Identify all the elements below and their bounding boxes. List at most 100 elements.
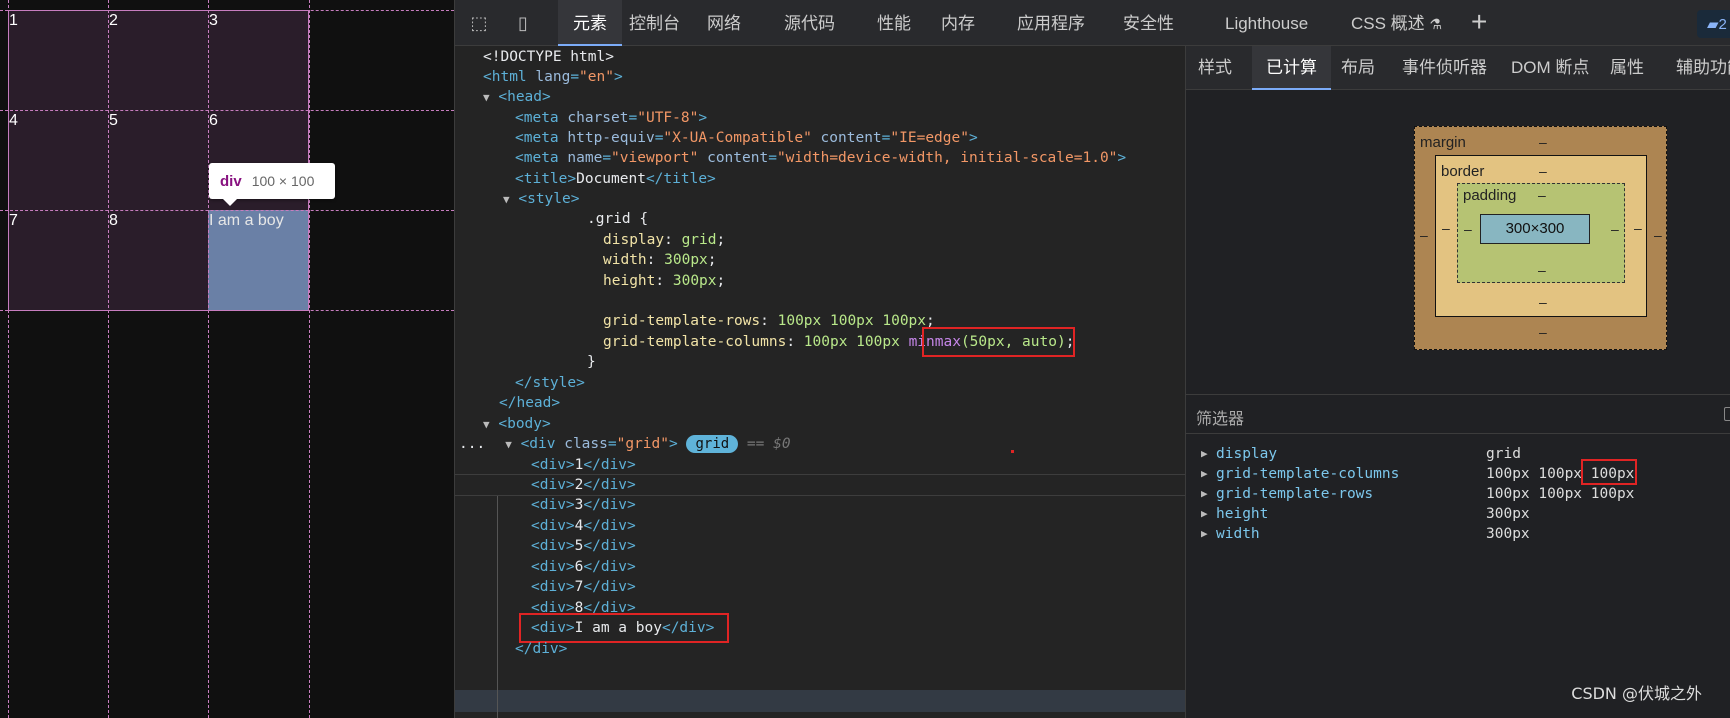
tree-row[interactable]: </head> xyxy=(455,392,1185,414)
attr-value: "grid" xyxy=(616,436,669,452)
box-model-margin: margin – – – – border – – – – padding – … xyxy=(1414,126,1667,350)
computed-property-row[interactable]: ▶ height 300px xyxy=(1186,503,1730,525)
expand-triangle-icon[interactable]: ▼ xyxy=(505,438,512,451)
property-value-part: 100px 100px xyxy=(1486,466,1591,482)
device-toolbar-icon[interactable]: ▯ xyxy=(511,12,535,34)
attr-value: "en" xyxy=(579,69,614,85)
tab-elements[interactable]: 元素 xyxy=(558,0,622,46)
expand-triangle-icon[interactable]: ▶ xyxy=(1201,443,1208,465)
tree-row[interactable]: <!DOCTYPE html> xyxy=(455,46,1185,68)
tree-row[interactable]: ▼ <body> xyxy=(455,413,1185,435)
computed-property-row[interactable]: ▶ width 300px xyxy=(1186,523,1730,545)
tree-row-selected[interactable]: ... ▼ <div class="grid"> grid == $0 xyxy=(455,433,1185,455)
tab-network[interactable]: 网络 xyxy=(707,0,741,46)
tab-application[interactable]: 应用程序 xyxy=(1017,0,1085,46)
tree-row[interactable]: height: 300px; xyxy=(455,270,1185,292)
border-label: border xyxy=(1441,163,1485,180)
tree-row[interactable]: <div>5</div> xyxy=(455,535,1185,557)
tab-sources[interactable]: 源代码 xyxy=(784,0,835,46)
css-selector: .grid { xyxy=(587,211,649,227)
computed-property-row[interactable]: ▶ display grid xyxy=(1186,443,1730,465)
box-model-border: border – – – – padding – – – – 300×300 xyxy=(1435,155,1647,317)
tab-accessibility[interactable]: 辅助功能 xyxy=(1676,46,1730,90)
computed-property-row[interactable]: ▶ grid-template-columns 100px 100px 100px xyxy=(1186,463,1730,485)
tab-computed[interactable]: 已计算 xyxy=(1252,46,1331,90)
tree-row[interactable]: <html lang="en"> xyxy=(455,66,1185,88)
border-left-value: – xyxy=(1442,220,1450,236)
chat-icon: ▰ xyxy=(1707,16,1719,33)
grid-line-v3 xyxy=(208,0,209,718)
expand-triangle-icon[interactable]: ▶ xyxy=(1201,503,1208,525)
page-preview: 1 2 3 4 5 6 7 8 I am a boy div 100 × 100 xyxy=(0,0,454,718)
property-name: width xyxy=(1216,526,1260,542)
tab-security[interactable]: 安全性 xyxy=(1123,0,1174,46)
tree-row[interactable]: <title>Document</title> xyxy=(455,168,1185,190)
tree-row[interactable]: </style> xyxy=(455,372,1185,394)
flask-icon: ⚗ xyxy=(1429,16,1442,32)
tab-performance[interactable]: 性能 xyxy=(877,0,911,46)
expand-triangle-icon[interactable]: ▶ xyxy=(1201,523,1208,545)
attr-value: "width=device-width, initial-scale=1.0" xyxy=(776,150,1118,166)
more-dots-icon[interactable]: ... xyxy=(455,436,485,452)
grid-overlay-outline xyxy=(8,10,309,311)
attr-value: "UTF-8" xyxy=(637,110,699,126)
padding-bottom-value: – xyxy=(1538,262,1546,278)
property-name: height xyxy=(1216,506,1269,522)
tree-row[interactable]: <meta http-equiv="X-UA-Compatible" conte… xyxy=(455,127,1185,149)
attr-value: "IE=edge" xyxy=(890,130,969,146)
margin-left-value: – xyxy=(1420,227,1428,243)
element-tooltip: div 100 × 100 xyxy=(209,163,335,206)
tree-row[interactable]: display: grid; xyxy=(455,229,1185,251)
padding-right-value: – xyxy=(1611,221,1619,237)
tree-row[interactable]: grid-template-columns: 100px 100px minma… xyxy=(455,331,1185,353)
tree-row[interactable]: ▼ <head> xyxy=(455,86,1185,108)
tree-row[interactable]: <div>7</div> xyxy=(455,576,1185,598)
tree-row[interactable]: grid-template-rows: 100px 100px 100px; xyxy=(455,310,1185,332)
inspect-element-icon[interactable]: ⬚ xyxy=(467,12,491,34)
tab-css-overview-label: CSS 概述 xyxy=(1351,14,1425,33)
grid-badge[interactable]: grid xyxy=(686,435,739,453)
tab-layout[interactable]: 布局 xyxy=(1341,46,1375,90)
padding-top-value: – xyxy=(1538,187,1546,203)
tree-row[interactable]: <div>3</div> xyxy=(455,494,1185,516)
margin-top-value: – xyxy=(1539,134,1547,150)
filter-input[interactable]: 筛选器 xyxy=(1196,405,1244,429)
grid-line-v1 xyxy=(8,0,9,718)
expand-triangle-icon[interactable]: ▼ xyxy=(483,418,490,431)
tab-console[interactable]: 控制台 xyxy=(629,0,680,46)
more-tabs-plus-icon[interactable]: + xyxy=(1471,8,1487,36)
expand-triangle-icon[interactable]: ▶ xyxy=(1201,483,1208,505)
show-all-checkbox[interactable] xyxy=(1724,407,1730,421)
computed-property-row[interactable]: ▶ grid-template-rows 100px 100px 100px xyxy=(1186,483,1730,505)
tree-row[interactable]: <meta charset="UTF-8"> xyxy=(455,107,1185,129)
tree-row[interactable]: <meta name="viewport" content="width=dev… xyxy=(455,147,1185,169)
grid-line-v4 xyxy=(309,0,310,718)
tree-row[interactable]: ▼ <style> xyxy=(455,188,1185,210)
head-close-tag: </head> xyxy=(499,395,561,411)
property-value: 100px 100px 100px xyxy=(1486,486,1635,502)
css-prop-value: 300px xyxy=(672,273,717,289)
tab-styles[interactable]: 样式 xyxy=(1198,46,1232,90)
tree-row[interactable]: .grid { xyxy=(455,208,1185,230)
tree-row[interactable]: width: 300px; xyxy=(455,249,1185,271)
tree-row[interactable]: <div>4</div> xyxy=(455,515,1185,537)
tree-row[interactable]: <div>6</div> xyxy=(455,556,1185,578)
tab-dom-breakpoints[interactable]: DOM 断点 xyxy=(1511,46,1589,90)
tree-row[interactable]: </div> xyxy=(455,638,1185,660)
selected-node-marker: == $0 xyxy=(746,436,791,452)
css-prop-value: grid xyxy=(681,232,717,248)
tree-row[interactable]: } xyxy=(455,351,1185,373)
tab-memory[interactable]: 内存 xyxy=(941,0,975,46)
expand-triangle-icon[interactable]: ▼ xyxy=(503,193,510,206)
tab-lighthouse[interactable]: Lighthouse xyxy=(1225,0,1308,46)
tree-row[interactable]: <div>2</div> xyxy=(455,474,1185,496)
property-name: grid-template-columns xyxy=(1216,466,1400,482)
expand-triangle-icon[interactable]: ▶ xyxy=(1201,463,1208,485)
tab-properties[interactable]: 属性 xyxy=(1610,46,1644,90)
tree-row[interactable]: <div>1</div> xyxy=(455,454,1185,476)
annotation-red-dot xyxy=(1011,450,1014,453)
issues-badge[interactable]: ▰2 xyxy=(1697,10,1730,38)
expand-triangle-icon[interactable]: ▼ xyxy=(483,91,490,104)
tab-event-listeners[interactable]: 事件侦听器 xyxy=(1402,46,1487,90)
tab-css-overview[interactable]: CSS 概述 ⚗ xyxy=(1351,0,1442,46)
